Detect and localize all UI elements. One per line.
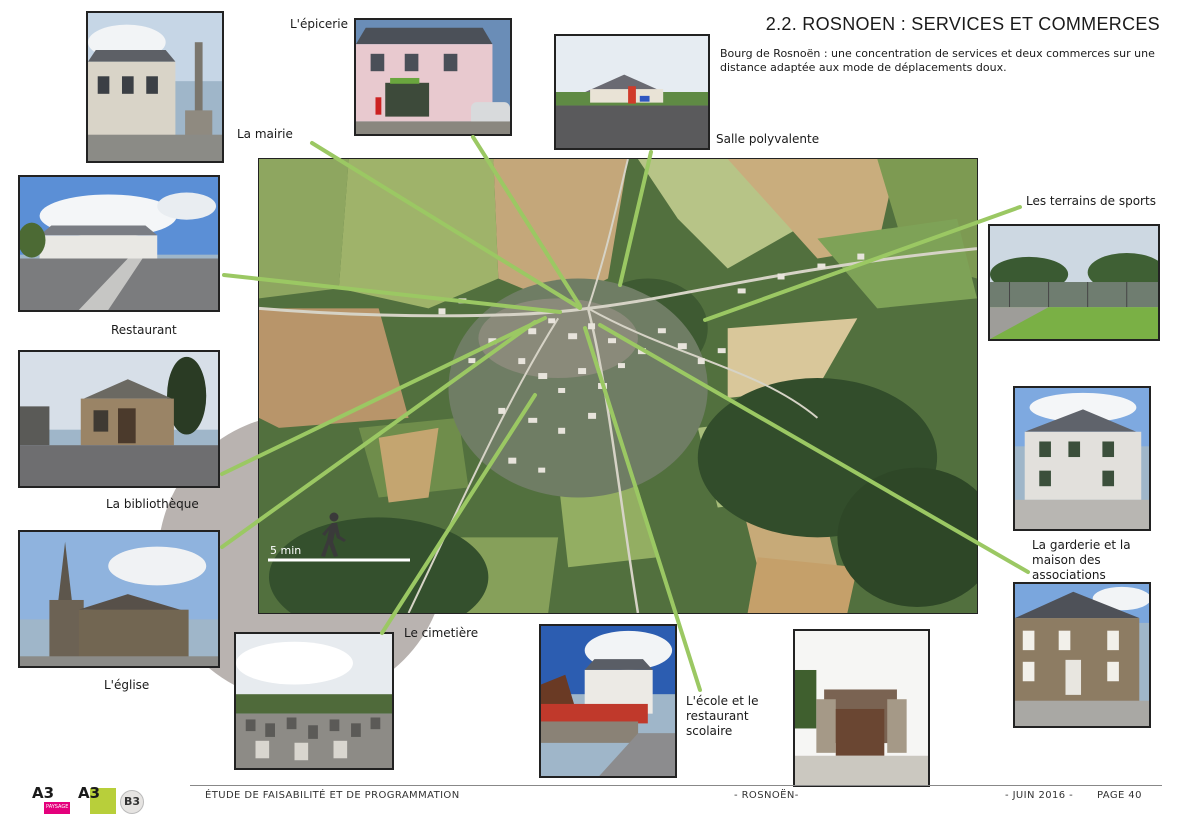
photo-garderie-side [793,629,930,787]
label-epicerie: L'épicerie [290,17,348,31]
label-garderie: La garderie et la maison des association… [1032,538,1131,583]
label-garderie-line3: associations [1032,568,1106,582]
photo-ecole [539,624,677,778]
label-bibliotheque: La bibliothèque [106,497,199,511]
footer-divider [190,785,1162,786]
logo-b3: B3 [120,790,144,814]
photo-eglise [18,530,220,668]
label-restaurant: Restaurant [111,323,177,337]
label-mairie: La mairie [237,127,293,141]
label-salle-polyvalente: Salle polyvalente [716,132,820,146]
logo-a3-paysage: A3 PAYSAGE [30,784,70,816]
photo-restaurant [18,175,220,312]
page-title: 2.2. ROSNOEN : SERVICES ET COMMERCES [765,14,1160,34]
label-cimetiere: Le cimetière [404,626,479,640]
footer-place: - ROSNOËN- [734,790,799,801]
photo-terrains-sports [988,224,1160,341]
footer-page: PAGE 40 [1097,790,1142,801]
label-terrains-sports: Les terrains de sports [1026,194,1156,208]
photo-epicerie [354,18,512,136]
photo-salle-polyvalente [554,34,710,150]
logo-a3-green: A3 [76,784,116,816]
photo-cimetiere [234,632,394,770]
photo-bibliotheque [18,350,220,488]
label-garderie-line1: La garderie et la [1032,538,1131,552]
label-ecole-line1: L'école et le [686,694,759,708]
page-description: Bourg de Rosnoën : une concentration de … [720,47,1155,74]
walk-time-label: 5 min [270,544,302,557]
footer-study: ÉTUDE DE FAISABILITÉ ET DE PROGRAMMATION [205,790,460,801]
label-ecole: L'école et le restaurant scolaire [686,694,758,739]
footer-date: - JUIN 2016 - [1005,790,1074,801]
photo-maison-associations [1013,582,1151,728]
photo-garderie-front [1013,386,1151,531]
label-ecole-line2: restaurant [686,709,749,723]
label-eglise: L'église [104,678,150,692]
photo-mairie [86,11,224,163]
label-garderie-line2: maison des [1032,553,1101,567]
aerial-map [258,158,978,614]
label-ecole-line3: scolaire [686,724,733,738]
pedestrian-icon [321,512,346,557]
